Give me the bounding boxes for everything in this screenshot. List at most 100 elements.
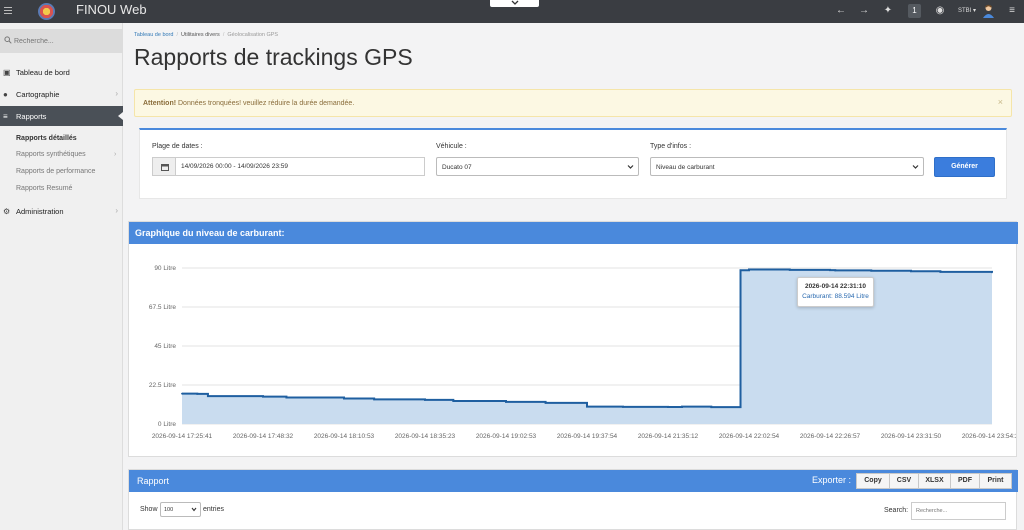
data-point — [667, 406, 669, 408]
chevron-right-icon: › — [115, 206, 118, 215]
breadcrumb-item-dashboard[interactable]: Tableau de bord — [134, 32, 173, 38]
sidebar-subitem-rapports-detailles[interactable]: Rapports détaillés — [16, 135, 77, 142]
data-point — [373, 398, 376, 401]
sidebar-subitem-rapports-performance[interactable]: Rapports de performance — [16, 168, 95, 175]
sidebar-subitem-rapports-synthetiques[interactable]: Rapports synthétiques › — [16, 151, 116, 158]
table-search-input[interactable] — [911, 502, 1006, 520]
user-menu[interactable]: STBI ▾ — [958, 7, 976, 14]
entries-select-value: 100 — [164, 507, 174, 513]
data-point — [262, 395, 264, 398]
data-point — [452, 400, 455, 402]
x-tick-label: 2026-09-14 19:37:54 — [557, 433, 618, 440]
chevron-down-icon — [627, 165, 634, 169]
generate-button[interactable]: Générer — [934, 157, 995, 177]
chart-panel: Graphique du niveau de carburant: 0 Litr… — [128, 221, 1018, 457]
header-collapse-tab[interactable] — [490, 0, 539, 7]
data-point — [622, 405, 624, 408]
magic-wand-icon[interactable]: ✦ — [882, 5, 894, 17]
y-tick-label: 90 Litre — [154, 265, 176, 272]
fuel-level-chart[interactable]: 0 Litre 22.5 Litre 45 Litre 67.5 Litre 90 Li… — [129, 244, 1016, 456]
alert-strong: Attention! — [143, 100, 177, 107]
y-tick-label: 45 Litre — [154, 343, 176, 350]
export-label: Exporter : — [812, 475, 852, 485]
date-range-label: Plage de dates : — [152, 143, 203, 150]
bell-icon[interactable]: ◉ — [934, 5, 946, 17]
back-arrow-icon[interactable]: ← — [835, 5, 847, 17]
data-point — [748, 268, 750, 271]
sidebar-item-rapports[interactable]: ≡ Rapports — [0, 106, 123, 126]
y-tick-label: 0 Litre — [158, 421, 176, 428]
export-copy-button[interactable]: Copy — [856, 473, 890, 489]
sidebar-subitem-rapports-resume[interactable]: Rapports Resumé — [16, 185, 72, 192]
x-tick-label: 2026-09-14 22:02:54 — [719, 433, 780, 440]
x-tick-label: 2026-09-14 18:10:53 — [314, 433, 375, 440]
avatar[interactable] — [982, 4, 995, 18]
vehicle-select-value: Ducato 07 — [442, 164, 472, 171]
page-title: Rapports de trackings GPS — [134, 44, 413, 70]
x-tick-label: 2026-09-14 21:35:12 — [638, 433, 699, 440]
sidebar-item-label: Tableau de bord — [16, 68, 70, 77]
top-navbar: FINOU Web ← → ✦ 1 ◉ STBI ▾ ≡ — [0, 0, 1024, 23]
calendar-button[interactable] — [152, 157, 176, 176]
data-point — [207, 395, 209, 397]
chevron-right-icon: › — [114, 151, 117, 158]
data-point — [710, 406, 713, 409]
date-range-input[interactable] — [175, 157, 425, 176]
dashboard-icon: ▣ — [3, 68, 11, 77]
chart-panel-title: Graphique du niveau de carburant: — [135, 228, 285, 238]
forward-arrow-icon[interactable]: → — [858, 5, 870, 17]
chart-panel-header: Graphique du niveau de carburant: — [129, 222, 1018, 244]
entries-label: entries — [203, 506, 225, 513]
vehicle-select[interactable]: Ducato 07 — [436, 157, 639, 176]
notification-count-badge[interactable]: 1 — [908, 4, 921, 18]
alert-close-button[interactable]: × — [998, 97, 1003, 107]
date-range-group — [152, 157, 425, 176]
data-point — [829, 269, 831, 271]
sidebar-item-dashboard[interactable]: ▣ Tableau de bord — [0, 62, 123, 82]
entries-select[interactable]: 100 — [160, 502, 201, 517]
app-brand: FINOU Web — [76, 2, 147, 17]
sidebar-search-input[interactable] — [14, 35, 114, 47]
data-point — [681, 405, 683, 408]
data-point — [910, 270, 912, 273]
show-label: Show — [140, 506, 158, 513]
sidebar-item-administration[interactable]: ⚙ Administration › — [0, 201, 123, 221]
data-point — [788, 269, 791, 271]
data-point — [834, 269, 837, 272]
data-point — [870, 269, 873, 272]
breadcrumb-item-current: Géolocalisation GPS — [227, 32, 279, 38]
chevron-right-icon: › — [115, 89, 118, 98]
menu-lines-icon[interactable]: ≡ — [1006, 5, 1018, 17]
data-point — [739, 269, 742, 272]
export-csv-button[interactable]: CSV — [889, 473, 919, 489]
chevron-down-icon — [511, 0, 519, 5]
alert-text: Données tronquées! veuillez réduire la d… — [176, 100, 355, 107]
x-tick-label: 2026-09-14 22:26:57 — [800, 433, 861, 440]
sidebar-item-cartographie[interactable]: ● Cartographie › — [0, 84, 123, 104]
x-tick-label: 2026-09-14 19:02:53 — [476, 433, 537, 440]
export-print-button[interactable]: Print — [979, 473, 1012, 489]
chevron-down-icon — [191, 507, 197, 512]
y-tick-label: 22.5 Litre — [149, 382, 176, 389]
x-tick-label: 2026-09-14 23:31:50 — [881, 433, 942, 440]
export-xlsx-button[interactable]: XLSX — [918, 473, 951, 489]
x-tick-label: 2026-09-14 17:48:32 — [233, 433, 294, 440]
app-logo — [38, 3, 55, 20]
breadcrumb-item-utilitaires[interactable]: Utilitaires divers — [181, 32, 220, 38]
search-icon — [4, 36, 12, 44]
sidebar-item-label: Rapports — [16, 112, 47, 121]
wrench-icon: ⚙ — [3, 207, 11, 216]
x-tick-label: 2026-09-14 17:25:41 — [152, 433, 213, 440]
data-point — [181, 392, 183, 395]
info-type-select-value: Niveau de carburant — [656, 164, 715, 171]
data-point — [424, 399, 426, 401]
calendar-icon — [161, 164, 169, 171]
chart-tooltip: 2026-09-14 22:31:10 Carburant: 88.594 Li… — [797, 277, 874, 307]
export-pdf-button[interactable]: PDF — [950, 473, 980, 489]
info-type-select[interactable]: Niveau de carburant — [650, 157, 924, 176]
rapport-panel: Rapport Exporter : Copy CSV XLSX PDF Pri… — [128, 469, 1018, 530]
chevron-down-icon — [912, 165, 919, 169]
sidebar-search — [0, 29, 123, 53]
tooltip-time: 2026-09-14 22:31:10 — [804, 283, 867, 290]
sidebar-toggle-icon[interactable] — [4, 7, 12, 15]
